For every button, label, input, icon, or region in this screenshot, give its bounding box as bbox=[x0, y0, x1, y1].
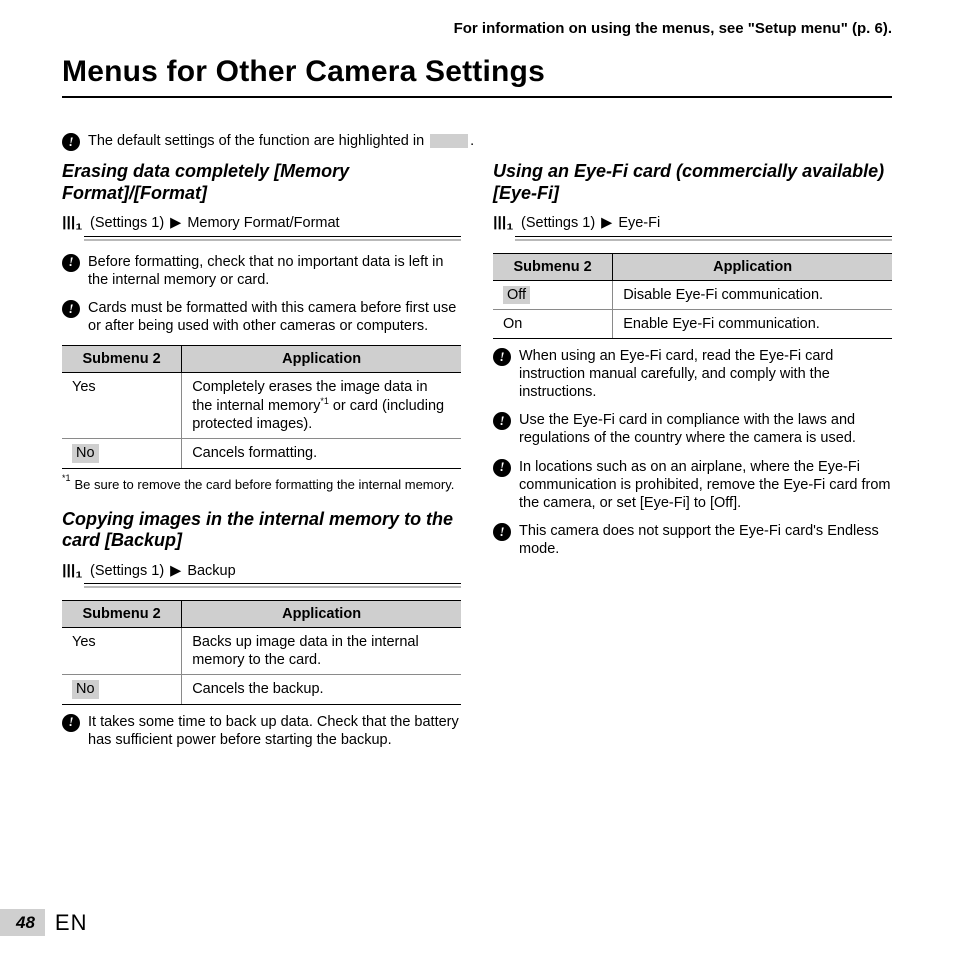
left-column: Erasing data completely [Memory Format]/… bbox=[62, 161, 461, 759]
caution-icon: ! bbox=[493, 412, 511, 430]
backup-table: Submenu 2 Application Yes Backs up image… bbox=[62, 600, 461, 705]
note-row: ! When using an Eye-Fi card, read the Ey… bbox=[493, 347, 892, 401]
path-label: (Settings 1) bbox=[90, 214, 164, 232]
table-header: Application bbox=[182, 601, 461, 628]
cell-submenu: Yes bbox=[72, 379, 96, 395]
footnote-text: Be sure to remove the card before format… bbox=[75, 477, 455, 493]
triangle-icon: ▶ bbox=[170, 562, 181, 580]
note-text: It takes some time to back up data. Chec… bbox=[88, 713, 461, 749]
table-row: Yes Completely erases the image data in … bbox=[62, 373, 461, 439]
format-table: Submenu 2 Application Yes Completely era… bbox=[62, 345, 461, 468]
table-row: Off Disable Eye-Fi communication. bbox=[493, 280, 892, 309]
section-title-backup: Copying images in the internal memory to… bbox=[62, 509, 461, 552]
table-row: No Cancels the backup. bbox=[62, 675, 461, 704]
table-header: Application bbox=[182, 346, 461, 373]
note-row: ! Use the Eye-Fi card in compliance with… bbox=[493, 411, 892, 447]
path-label: (Settings 1) bbox=[521, 214, 595, 232]
cell-application: Backs up image data in the internal memo… bbox=[182, 628, 461, 675]
eyefi-table: Submenu 2 Application Off Disable Eye-Fi… bbox=[493, 253, 892, 339]
menu-path-eyefi: Ⲽ₁ (Settings 1) ▶ Eye-Fi bbox=[515, 214, 892, 236]
caution-icon: ! bbox=[493, 348, 511, 366]
page-number: 48 bbox=[0, 909, 45, 936]
table-header: Application bbox=[613, 253, 892, 280]
wrench-icon: Ⲽ₁ bbox=[62, 563, 84, 580]
highlight-swatch bbox=[430, 134, 468, 148]
page-title: Menus for Other Camera Settings bbox=[62, 53, 892, 91]
cell-submenu-default: No bbox=[72, 680, 99, 698]
section-title-format: Erasing data completely [Memory Format]/… bbox=[62, 161, 461, 204]
caution-icon: ! bbox=[493, 459, 511, 477]
caution-icon: ! bbox=[493, 523, 511, 541]
page-footer: 48 EN bbox=[0, 909, 87, 937]
table-row: No Cancels formatting. bbox=[62, 439, 461, 468]
wrench-icon: Ⲽ₁ bbox=[493, 215, 515, 232]
section-title-eyefi: Using an Eye-Fi card (commercially avail… bbox=[493, 161, 892, 204]
note-text: Use the Eye-Fi card in compliance with t… bbox=[519, 411, 892, 447]
cell-application: Enable Eye-Fi communication. bbox=[613, 309, 892, 338]
note-text: Cards must be formatted with this camera… bbox=[88, 299, 461, 335]
cell-submenu: Yes bbox=[72, 634, 96, 650]
table-row: On Enable Eye-Fi communication. bbox=[493, 309, 892, 338]
table-header: Submenu 2 bbox=[62, 346, 182, 373]
menu-path-format: Ⲽ₁ (Settings 1) ▶ Memory Format/Format bbox=[84, 214, 461, 236]
table-header: Submenu 2 bbox=[493, 253, 613, 280]
running-header: For information on using the menus, see … bbox=[62, 20, 892, 39]
language-code: EN bbox=[55, 909, 88, 937]
path-item: Eye-Fi bbox=[618, 214, 660, 232]
note-text: In locations such as on an airplane, whe… bbox=[519, 458, 892, 512]
title-rule bbox=[62, 96, 892, 98]
default-note-text-pre: The default settings of the function are… bbox=[88, 133, 428, 149]
cell-application: Cancels the backup. bbox=[182, 675, 461, 704]
wrench-icon: Ⲽ₁ bbox=[62, 215, 84, 232]
note-text: This camera does not support the Eye-Fi … bbox=[519, 522, 892, 558]
caution-icon: ! bbox=[62, 133, 80, 151]
note-text: When using an Eye-Fi card, read the Eye-… bbox=[519, 347, 892, 401]
footnote: *1 Be sure to remove the card before for… bbox=[62, 477, 461, 493]
path-label: (Settings 1) bbox=[90, 562, 164, 580]
table-header: Submenu 2 bbox=[62, 601, 182, 628]
cell-submenu-default: Off bbox=[503, 286, 530, 304]
footnote-mark: *1 bbox=[320, 396, 329, 406]
path-item: Backup bbox=[187, 562, 235, 580]
triangle-icon: ▶ bbox=[601, 214, 612, 232]
cell-application: Disable Eye-Fi communication. bbox=[613, 280, 892, 309]
caution-icon: ! bbox=[62, 300, 80, 318]
note-row: ! Before formatting, check that no impor… bbox=[62, 253, 461, 289]
cell-application: Cancels formatting. bbox=[182, 439, 461, 468]
menu-path-backup: Ⲽ₁ (Settings 1) ▶ Backup bbox=[84, 562, 461, 584]
default-note-text-post: . bbox=[470, 133, 474, 149]
cell-submenu-default: No bbox=[72, 444, 99, 462]
note-text: Before formatting, check that no importa… bbox=[88, 253, 461, 289]
path-item: Memory Format/Format bbox=[187, 214, 339, 232]
note-row: ! It takes some time to back up data. Ch… bbox=[62, 713, 461, 749]
note-row: ! In locations such as on an airplane, w… bbox=[493, 458, 892, 512]
cell-submenu: On bbox=[503, 316, 522, 332]
cell-application: Completely erases the image data in the … bbox=[182, 373, 461, 439]
note-row: ! Cards must be formatted with this came… bbox=[62, 299, 461, 335]
right-column: Using an Eye-Fi card (commercially avail… bbox=[493, 161, 892, 759]
caution-icon: ! bbox=[62, 254, 80, 272]
table-row: Yes Backs up image data in the internal … bbox=[62, 628, 461, 675]
caution-icon: ! bbox=[62, 714, 80, 732]
triangle-icon: ▶ bbox=[170, 214, 181, 232]
default-settings-note: ! The default settings of the function a… bbox=[62, 132, 892, 151]
footnote-mark: *1 bbox=[62, 473, 71, 489]
note-row: ! This camera does not support the Eye-F… bbox=[493, 522, 892, 558]
